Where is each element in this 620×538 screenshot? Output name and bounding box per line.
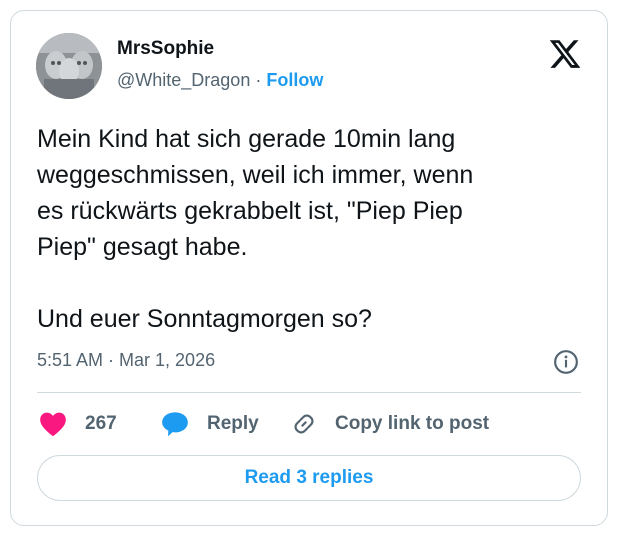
reply-bubble-icon (162, 412, 188, 437)
post-timestamp[interactable]: 5:51 AM · Mar 1, 2026 (37, 350, 215, 371)
divider (37, 392, 581, 393)
avatar-image (36, 33, 102, 99)
read-replies-button[interactable]: Read 3 replies (37, 455, 581, 501)
post-text: Mein Kind hat sich gerade 10min lang weg… (37, 125, 474, 333)
follow-button[interactable]: Follow (266, 70, 323, 90)
like-button[interactable]: 267 (39, 409, 117, 439)
author-display-name[interactable]: MrsSophie (117, 38, 214, 60)
post-card: MrsSophie @White_Dragon · Follow Mein Ki… (10, 10, 608, 526)
reply-button[interactable]: Reply (161, 409, 259, 439)
author-handle[interactable]: @White_Dragon (117, 70, 250, 90)
copy-link-label: Copy link to post (335, 413, 490, 434)
reply-label: Reply (207, 413, 259, 434)
author-handle-row: @White_Dragon · Follow (117, 70, 323, 91)
copy-link-button[interactable]: Copy link to post (291, 409, 489, 439)
heart-icon (40, 412, 66, 437)
link-icon (294, 414, 314, 434)
handle-separator: · (250, 70, 267, 90)
x-logo-icon[interactable] (548, 37, 582, 71)
like-count: 267 (85, 413, 117, 434)
info-icon[interactable] (553, 349, 579, 375)
avatar[interactable] (36, 33, 102, 99)
